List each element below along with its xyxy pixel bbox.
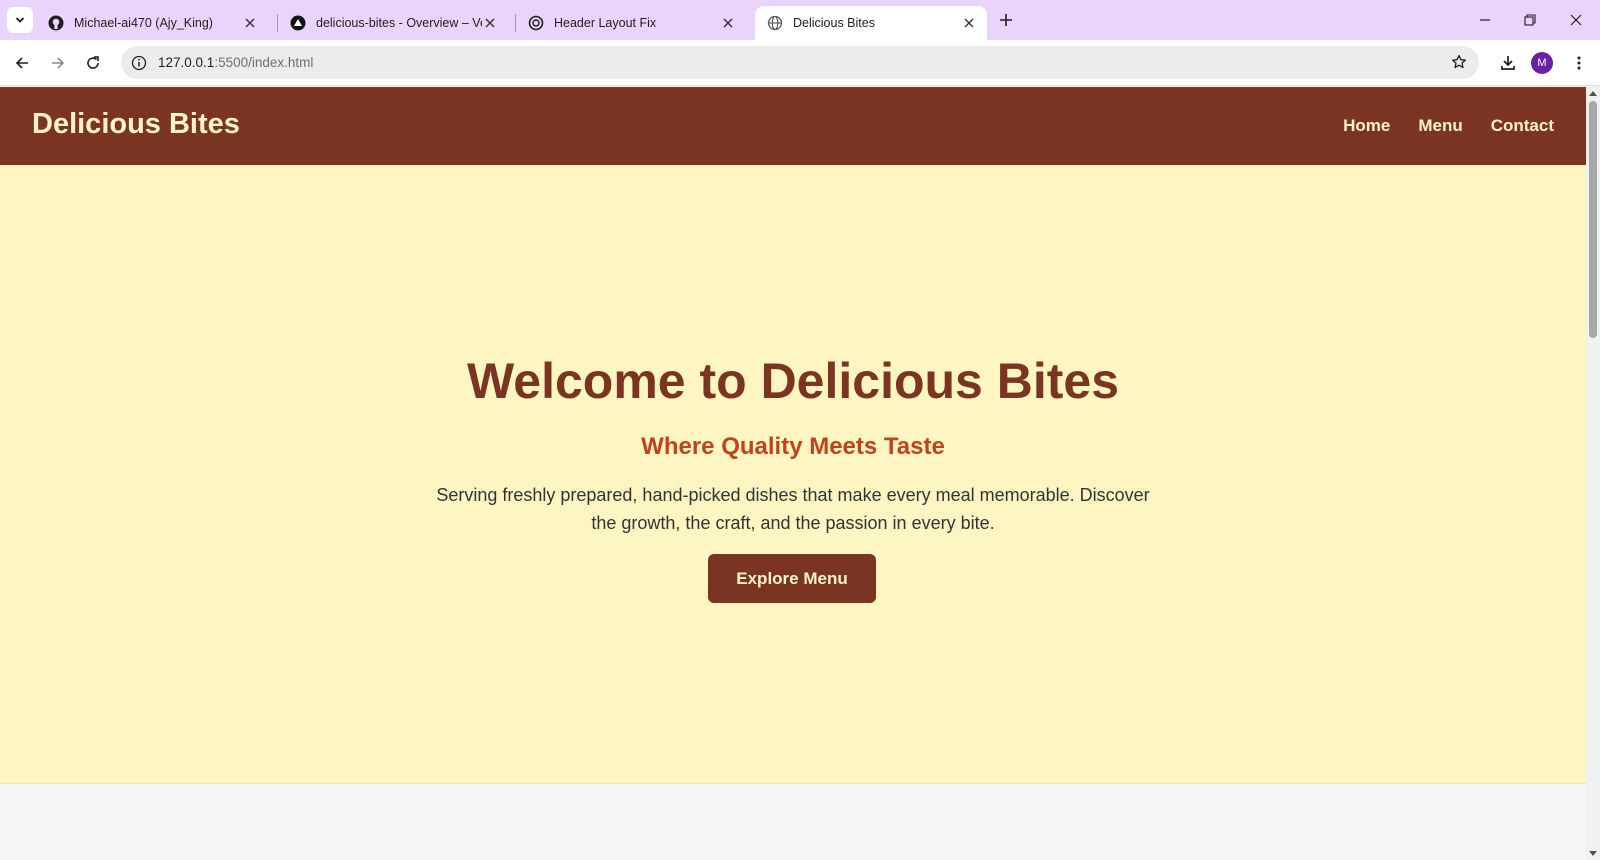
tab-chatgpt[interactable]: Header Layout Fix <box>516 6 746 40</box>
tab-vercel[interactable]: delicious-bites - Overview – Vercel <box>278 6 508 40</box>
close-icon[interactable] <box>720 15 736 31</box>
downloads-button[interactable] <box>1495 50 1521 76</box>
forward-button[interactable] <box>45 50 71 76</box>
address-bar[interactable]: 127.0.0.1:5500/index.html <box>121 46 1479 79</box>
page-scrollbar[interactable] <box>1586 87 1600 860</box>
download-icon <box>1501 56 1515 70</box>
tab-github[interactable]: Michael-ai470 (Ajy_King) <box>36 6 268 40</box>
close-icon[interactable] <box>961 15 977 31</box>
tab-delicious-bites[interactable]: Delicious Bites <box>755 6 987 40</box>
reload-icon <box>87 56 99 69</box>
reload-button[interactable] <box>80 50 106 76</box>
chevron-down-icon <box>15 17 25 23</box>
tab-title: Michael-ai470 (Ajy_King) <box>74 16 213 30</box>
scrollbar-thumb[interactable] <box>1589 101 1597 338</box>
browser-menu-button[interactable] <box>1566 50 1592 76</box>
url-path: :5500/index.html <box>214 55 314 70</box>
nav-menu-link[interactable]: Menu <box>1418 116 1462 136</box>
explore-menu-button[interactable]: Explore Menu <box>708 554 876 603</box>
tab-title: Header Layout Fix <box>554 16 657 30</box>
tab-strip: Michael-ai470 (Ajy_King) delicious-bites… <box>0 0 1600 40</box>
site-info-icon[interactable] <box>129 53 149 73</box>
openai-icon <box>528 15 544 31</box>
browser-toolbar: 127.0.0.1:5500/index.html M <box>0 40 1600 86</box>
arrow-right-icon <box>52 57 65 69</box>
hero-subtitle: Where Quality Meets Taste <box>641 433 945 460</box>
tab-search-button[interactable] <box>7 7 33 33</box>
plus-icon <box>1000 14 1012 26</box>
nav-home-link[interactable]: Home <box>1343 116 1390 136</box>
close-icon[interactable] <box>242 15 258 31</box>
url-text: 127.0.0.1:5500/index.html <box>158 55 313 70</box>
minimize-button[interactable] <box>1470 6 1500 34</box>
vercel-icon <box>290 15 306 31</box>
restore-icon <box>1524 14 1536 26</box>
arrow-left-icon <box>15 57 28 69</box>
restore-button[interactable] <box>1515 6 1545 34</box>
back-button[interactable] <box>9 50 35 76</box>
hero-section: Welcome to Delicious Bites Where Quality… <box>0 165 1586 784</box>
close-icon[interactable] <box>482 15 498 31</box>
site-logo[interactable]: Delicious Bites <box>32 108 240 141</box>
url-host: 127.0.0.1 <box>158 55 215 70</box>
page-viewport: Delicious Bites Home Menu Contact Welcom… <box>0 87 1586 860</box>
profile-avatar[interactable]: M <box>1531 52 1553 74</box>
tab-title: delicious-bites - Overview – Vercel <box>316 16 482 30</box>
hero-title: Welcome to Delicious Bites <box>466 353 1120 409</box>
scroll-down-arrow-icon[interactable] <box>1589 851 1597 856</box>
globe-icon <box>767 15 783 31</box>
tab-title: Delicious Bites <box>793 16 875 30</box>
bookmark-star-icon[interactable] <box>1449 52 1469 72</box>
minimize-icon <box>1480 19 1490 21</box>
nav-contact-link[interactable]: Contact <box>1491 116 1554 136</box>
scroll-up-arrow-icon[interactable] <box>1589 91 1597 96</box>
site-header: Delicious Bites Home Menu Contact <box>0 87 1586 165</box>
close-icon <box>1570 14 1582 26</box>
new-tab-button[interactable] <box>994 8 1018 32</box>
kebab-menu-icon <box>1577 56 1581 70</box>
main-nav: Home Menu Contact <box>1343 116 1554 136</box>
window-close-button[interactable] <box>1561 6 1591 34</box>
hero-description: Serving freshly prepared, hand-picked di… <box>436 485 1150 533</box>
github-icon <box>48 15 64 31</box>
